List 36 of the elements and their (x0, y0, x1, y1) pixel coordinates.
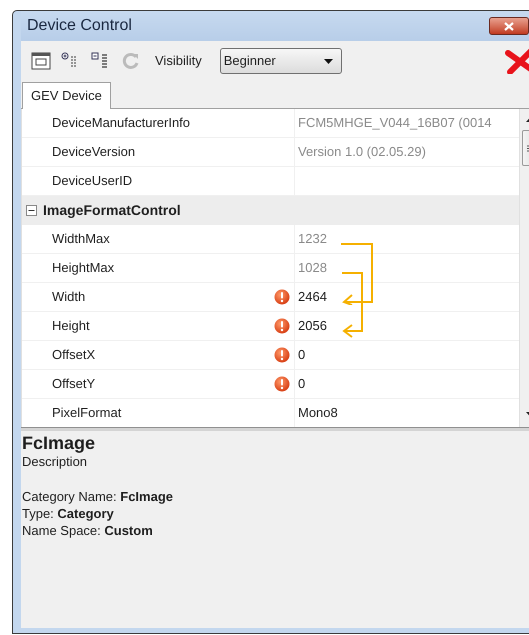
category-row[interactable]: ImageFormatControl (22, 196, 519, 225)
warning-icon (274, 376, 290, 392)
property-name: DeviceManufacturerInfo (52, 114, 192, 132)
property-name: DeviceVersion (52, 143, 136, 162)
close-button[interactable] (489, 17, 529, 35)
description-subtitle: Description (22, 454, 88, 470)
visibility-dropdown[interactable]: Beginner (220, 48, 342, 74)
window-icon[interactable] (31, 52, 51, 70)
property-value[interactable]: 0 (298, 374, 306, 394)
property-name: OffsetX (52, 346, 96, 364)
property-value[interactable]: 2056 (298, 316, 327, 336)
category-name: ImageFormatControl (43, 201, 181, 220)
warning-icon (274, 347, 290, 363)
property-value[interactable]: Mono8 (298, 403, 338, 423)
visibility-label: Visibility (155, 52, 202, 70)
property-name: OffsetY (52, 375, 96, 394)
property-value[interactable]: 0 (298, 345, 306, 365)
tab[interactable]: GEV Device (22, 82, 111, 109)
collapse-icon[interactable] (26, 205, 37, 216)
property-name: Height (52, 317, 91, 336)
property-name: DeviceUserID (52, 172, 134, 190)
property-value[interactable]: 2464 (298, 287, 327, 307)
warning-icon (274, 289, 290, 305)
property-name: Width (52, 288, 86, 306)
dropdown-arrow-icon (324, 58, 333, 64)
property-name: PixelFormat (52, 404, 122, 422)
close-icon (504, 22, 514, 30)
description-line: Type: Category (22, 505, 115, 522)
description-title: FcImage (22, 432, 96, 454)
property-name: HeightMax (52, 259, 116, 278)
window-title: Device Control (26, 16, 132, 36)
cross-icon[interactable] (505, 48, 529, 74)
property-name: WidthMax (52, 230, 111, 248)
description-line: Name Space: Custom (22, 522, 154, 539)
description-line: Category Name: FcImage (22, 488, 174, 505)
warning-icon (274, 318, 290, 334)
